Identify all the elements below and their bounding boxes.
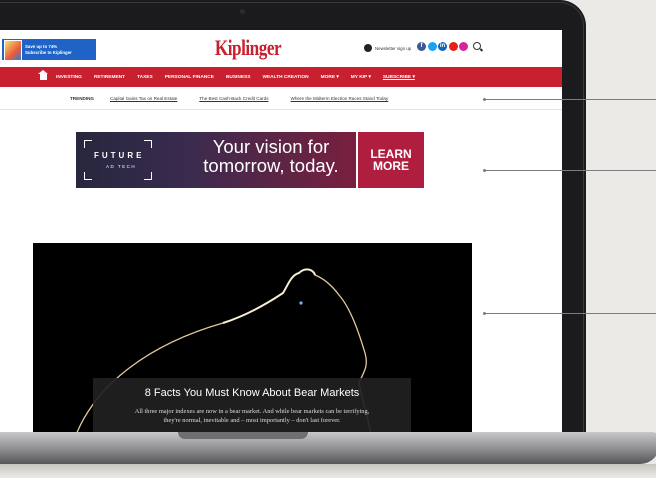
magazine-cover-icon — [4, 39, 22, 61]
ad-frame-corner — [144, 172, 152, 180]
newsletter-label: Newsletter sign up — [375, 45, 412, 51]
callout-dot — [483, 98, 486, 101]
ad-headline-line-1: Your vision for — [212, 136, 330, 157]
hero-article[interactable]: 8 Facts You Must Know About Bear Markets… — [33, 243, 472, 432]
site-header: Save up to 74% Subscribe to Kiplinger Ki… — [0, 30, 562, 66]
ad-creative: FUTURE AD TECH Your vision for tomorrow,… — [76, 132, 356, 188]
promo-text: Save up to 74% Subscribe to Kiplinger — [25, 44, 72, 55]
ad-brand: FUTURE — [94, 151, 145, 160]
nav-item-retirement[interactable]: RETIREMENT — [94, 75, 125, 80]
callout-dot — [483, 169, 486, 172]
camera — [240, 9, 245, 14]
nav-item-subscribe[interactable]: SUBSCRIBE ▾ — [383, 75, 415, 80]
banner-ad[interactable]: FUTURE AD TECH Your vision for tomorrow,… — [76, 132, 424, 188]
newsletter-signup[interactable]: Newsletter sign up — [364, 44, 411, 52]
trending-link[interactable]: Capital Gains Tax on Real Estate — [110, 96, 177, 101]
trending-link[interactable]: Where the Midterm Election Races Stand T… — [291, 96, 389, 101]
nav-item-business[interactable]: BUSINESS — [226, 75, 251, 80]
nav-item-more[interactable]: MORE ▾ — [321, 75, 339, 80]
ad-learn-more-button[interactable]: LEARN MORE — [358, 132, 424, 188]
ad-cta-line-2: MORE — [373, 159, 409, 173]
ad-frame-corner — [144, 140, 152, 148]
bear-eye — [299, 301, 303, 305]
callout-line-trending — [484, 99, 656, 100]
hero-title[interactable]: 8 Facts You Must Know About Bear Markets — [93, 387, 411, 399]
ad-frame-corner — [84, 172, 92, 180]
hero-summary-line-1: All three major indexes are now in a bea… — [134, 408, 370, 415]
home-icon[interactable] — [38, 70, 48, 80]
hero-summary-line-2: they're normal, inevitable and – most im… — [163, 417, 341, 424]
callout-line-hero — [484, 313, 656, 314]
laptop-screen: Save up to 74% Subscribe to Kiplinger Ki… — [0, 30, 562, 432]
search-icon[interactable] — [473, 42, 481, 50]
subscribe-promo[interactable]: Save up to 74% Subscribe to Kiplinger — [2, 39, 96, 61]
mail-icon — [364, 44, 372, 52]
nav-item-wealth-creation[interactable]: WEALTH CREATION — [262, 75, 308, 80]
main-nav: INVESTING RETIREMENT TAXES PERSONAL FINA… — [0, 67, 562, 87]
promo-line-2: Subscribe to Kiplinger — [25, 49, 72, 55]
social-links: f in — [417, 42, 470, 51]
facebook-icon[interactable]: f — [417, 42, 426, 51]
twitter-icon[interactable] — [427, 42, 437, 51]
ad-headline-line-2: tomorrow, today. — [203, 155, 339, 176]
hero-caption: 8 Facts You Must Know About Bear Markets… — [93, 378, 411, 432]
laptop-lid: Save up to 74% Subscribe to Kiplinger Ki… — [0, 0, 586, 452]
ad-brand-sub: AD TECH — [106, 164, 137, 169]
hero-summary: All three major indexes are now in a bea… — [101, 407, 403, 425]
laptop-base — [0, 432, 656, 464]
ad-headline: Your vision for tomorrow, today. — [186, 137, 356, 175]
nav-item-personal-finance[interactable]: PERSONAL FINANCE — [165, 75, 214, 80]
trending-link[interactable]: The Best Cash-Back Credit Cards — [199, 96, 268, 101]
youtube-icon[interactable] — [448, 42, 458, 51]
callout-dot — [483, 312, 486, 315]
callout-line-ad — [484, 170, 656, 171]
linkedin-icon[interactable]: in — [438, 42, 447, 51]
nav-item-my-kip[interactable]: MY KIP ▾ — [351, 75, 371, 80]
ad-frame-corner — [84, 140, 92, 148]
trending-bar: TRENDING Capital Gains Tax on Real Estat… — [0, 88, 562, 110]
instagram-icon[interactable] — [459, 42, 468, 51]
nav-item-investing[interactable]: INVESTING — [56, 75, 82, 80]
trending-label: TRENDING — [70, 96, 94, 101]
site-logo[interactable]: Kiplinger — [206, 35, 290, 61]
desk-shadow — [0, 464, 656, 478]
laptop-notch — [178, 432, 308, 439]
nav-item-taxes[interactable]: TAXES — [137, 75, 153, 80]
